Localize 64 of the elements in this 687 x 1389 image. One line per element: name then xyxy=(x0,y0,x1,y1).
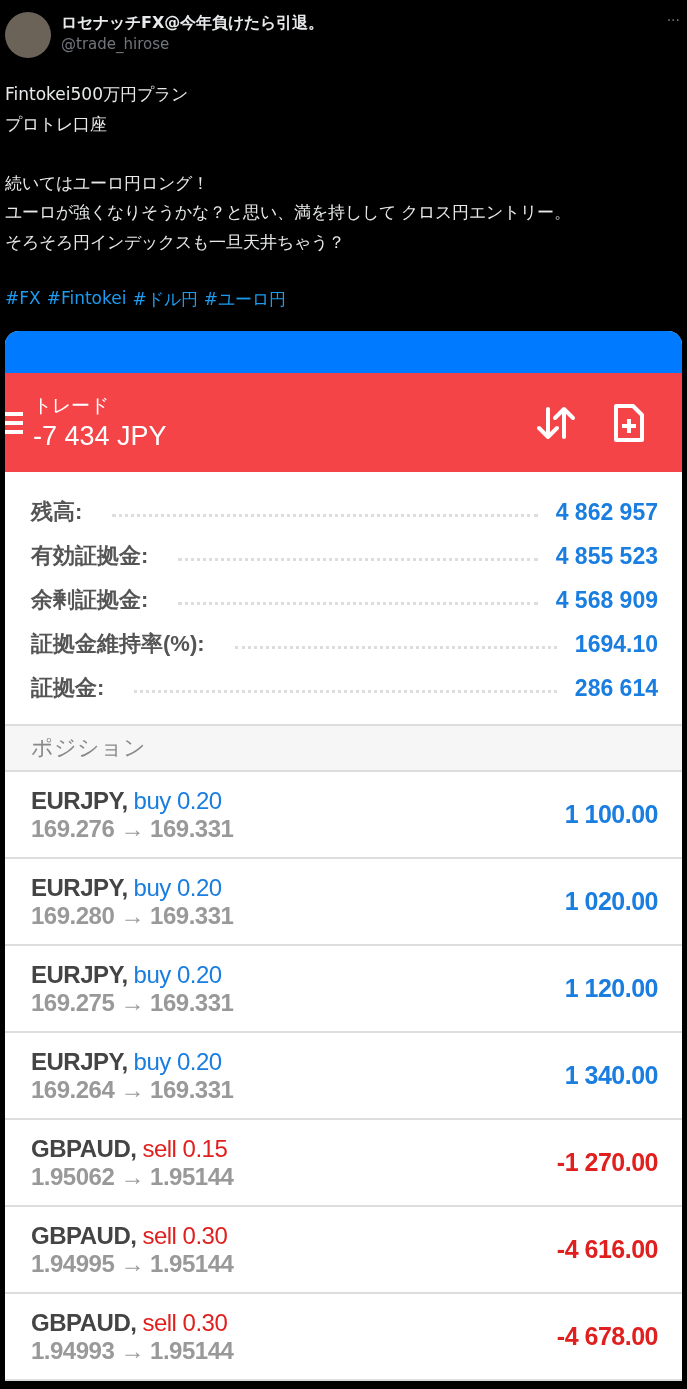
tweet-text-line: プロトレ口座 xyxy=(5,112,108,136)
symbol: EURJPY, xyxy=(31,1047,128,1076)
position-row[interactable]: EURJPY, buy 0.20 169.264 → 169.331 1 340.00 xyxy=(5,1033,682,1120)
position-row[interactable]: GBPAUD, sell 0.30 1.94993 → 1.95144 -4 678.00 xyxy=(5,1294,682,1381)
tweet-text-line: Fintokei500万円プラン xyxy=(5,83,189,106)
summary-label: 証拠金維持率(%): xyxy=(31,630,205,658)
position-profit: -1 270.00 xyxy=(556,1148,658,1177)
new-order-button[interactable] xyxy=(612,401,646,444)
trade-side: sell 0.30 xyxy=(142,1308,228,1337)
price-range: 169.275 → 169.331 xyxy=(31,988,235,1017)
symbol: GBPAUD, xyxy=(31,1308,137,1337)
price-range: 169.264 → 169.331 xyxy=(31,1075,235,1104)
position-row[interactable]: EURJPY, buy 0.20 169.276 → 169.331 1 100.00 xyxy=(5,772,682,859)
summary-label: 余剰証拠金: xyxy=(31,586,149,614)
summary-value: 286 614 xyxy=(574,674,658,702)
tweet-text-line: そろそろ円インデックスも一旦天井ちゃう？ xyxy=(5,230,346,254)
summary-value: 1694.10 xyxy=(574,630,658,658)
sort-button[interactable] xyxy=(536,404,576,441)
position-profit: 1 100.00 xyxy=(564,800,658,829)
symbol: GBPAUD, xyxy=(31,1221,137,1250)
summary-label: 証拠金: xyxy=(31,674,105,702)
trade-side: sell 0.30 xyxy=(142,1221,228,1250)
price-range: 1.94993 → 1.95144 xyxy=(31,1336,235,1365)
price-range: 169.276 → 169.331 xyxy=(31,814,235,843)
section-title: ポジション xyxy=(31,734,146,762)
position-profit: -4 678.00 xyxy=(556,1322,658,1351)
symbol: EURJPY, xyxy=(31,960,128,989)
avatar[interactable] xyxy=(5,12,51,58)
position-profit: -4 616.00 xyxy=(556,1235,658,1264)
position-row[interactable]: EURJPY, buy 0.20 169.280 → 169.331 1 020.00 xyxy=(5,859,682,946)
summary-value: 4 568 909 xyxy=(555,586,658,614)
hashtag-link[interactable]: #ユーロ円 xyxy=(203,288,286,311)
position-row[interactable]: EURJPY, buy 0.20 169.275 → 169.331 1 120.00 xyxy=(5,946,682,1033)
menu-icon[interactable] xyxy=(5,411,23,434)
tweet-text-line: 続いてはユーロ円ロング！ xyxy=(5,171,210,195)
position-profit: 1 020.00 xyxy=(564,887,658,916)
trade-side: sell 0.15 xyxy=(142,1134,228,1163)
trade-side: buy 0.20 xyxy=(133,786,222,815)
position-row[interactable]: GBPAUD, sell 0.15 1.95062 → 1.95144 -1 270.00 xyxy=(5,1120,682,1207)
display-name: ロセナッチFX@今年負けたら引退。 xyxy=(61,12,326,34)
symbol: EURJPY, xyxy=(31,873,128,902)
summary-label: 有効証拠金: xyxy=(31,542,149,570)
hashtag-link[interactable]: #Fintokei xyxy=(46,288,127,311)
summary-value: 4 855 523 xyxy=(555,542,658,570)
price-range: 169.280 → 169.331 xyxy=(31,901,235,930)
trade-side: buy 0.20 xyxy=(133,1047,222,1076)
user-handle: @trade_hirose xyxy=(61,34,171,54)
price-range: 1.95062 → 1.95144 xyxy=(31,1162,235,1191)
position-profit: 1 120.00 xyxy=(564,974,658,1003)
total-profit: -7 434 JPY xyxy=(33,421,168,452)
more-options[interactable]: ··· xyxy=(666,12,680,28)
hashtag-link[interactable]: #ドル円 xyxy=(132,288,198,311)
trade-side: buy 0.20 xyxy=(133,873,222,902)
summary-label: 残高: xyxy=(31,498,83,526)
summary-value: 4 862 957 xyxy=(555,498,658,526)
hashtag-link[interactable]: #FX xyxy=(5,288,41,311)
trade-side: buy 0.20 xyxy=(133,960,222,989)
position-row[interactable]: GBPAUD, sell 0.30 1.94995 → 1.95144 -4 616.00 xyxy=(5,1207,682,1294)
symbol: EURJPY, xyxy=(31,786,128,815)
screen-title: トレード xyxy=(33,394,110,418)
symbol: GBPAUD, xyxy=(31,1134,137,1163)
price-range: 1.94995 → 1.95144 xyxy=(31,1249,235,1278)
tweet-text-line: ユーロが強くなりそうかな？と思い、満を持しして クロス円エントリー。 xyxy=(5,201,573,224)
position-profit: 1 340.00 xyxy=(564,1061,658,1090)
